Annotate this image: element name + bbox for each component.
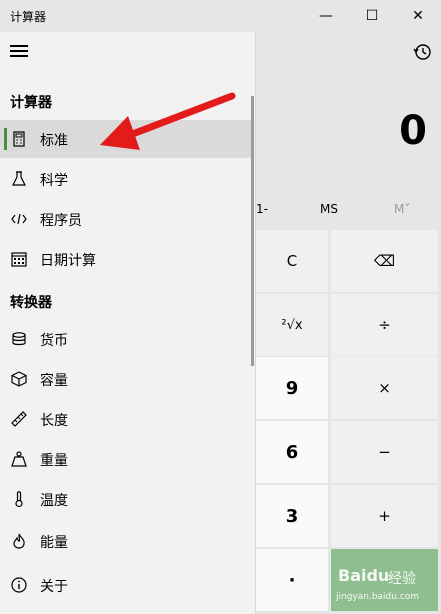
nav-item-temperature[interactable]: 温度	[0, 480, 252, 518]
nav-item-standard[interactable]: 标准	[0, 120, 252, 158]
nav-item-programmer[interactable]: 程序员	[0, 200, 252, 238]
nav-item-date-calculation[interactable]: 日期计算	[0, 240, 252, 278]
cube-icon	[11, 371, 27, 387]
hamburger-menu-icon[interactable]	[10, 45, 28, 59]
thermometer-icon	[15, 491, 23, 508]
maximize-button[interactable]: ☐	[349, 0, 395, 32]
nav-item-label: 长度	[40, 413, 68, 429]
watermark-text: 经验	[388, 571, 416, 587]
baidu-watermark: Baidu 经验 jingyan.baidu.com	[336, 560, 436, 610]
cube-root-button[interactable]: ²√x	[256, 294, 328, 356]
info-icon	[11, 577, 27, 593]
nav-item-label: 温度	[40, 493, 68, 509]
nav-item-energy[interactable]: 能量	[0, 522, 252, 560]
code-icon	[11, 213, 27, 225]
ruler-icon	[11, 411, 27, 427]
watermark-brand: Baidu	[338, 566, 390, 585]
calculator-icon	[13, 131, 25, 147]
minimize-button[interactable]: —	[303, 0, 349, 32]
nav-item-currency[interactable]: 货币	[0, 320, 252, 358]
nav-item-about[interactable]: 关于	[0, 566, 252, 604]
clear-button[interactable]: C	[256, 230, 328, 292]
divide-button[interactable]: ÷	[331, 294, 438, 356]
coins-icon	[12, 332, 26, 346]
flask-icon	[12, 171, 26, 186]
maximize-icon: ☐	[365, 8, 379, 24]
nav-item-label: 程序员	[40, 213, 82, 229]
nav-item-label: 能量	[40, 535, 68, 551]
key-3[interactable]: 3	[256, 485, 328, 547]
memory-store-button[interactable]: MS	[320, 202, 338, 216]
selection-indicator	[4, 128, 7, 150]
backspace-button[interactable]: ⌫	[331, 230, 438, 292]
close-button[interactable]: ✕	[395, 0, 441, 32]
nav-item-weight[interactable]: 重量	[0, 440, 252, 478]
memory-view-button[interactable]: M˅	[394, 202, 410, 216]
calculator-section-header: 计算器	[10, 95, 52, 111]
key-9[interactable]: 9	[256, 357, 328, 419]
watermark-url: jingyan.baidu.com	[336, 592, 420, 602]
result-display: 0	[399, 108, 427, 154]
memory-button-partial[interactable]: 1-	[256, 202, 268, 216]
nav-item-label: 日期计算	[40, 253, 96, 269]
nav-item-label: 标准	[40, 133, 68, 149]
nav-item-label: 重量	[40, 453, 68, 469]
nav-item-label: 货币	[40, 333, 68, 349]
key-6[interactable]: 6	[256, 421, 328, 483]
minimize-icon: —	[319, 8, 333, 24]
window-title: 计算器	[10, 10, 47, 24]
weight-icon	[11, 451, 27, 467]
nav-item-label: 关于	[40, 579, 68, 595]
decimal-button[interactable]: ·	[256, 549, 328, 611]
converter-section-header: 转换器	[10, 295, 52, 311]
flame-icon	[13, 533, 25, 549]
minus-button[interactable]: −	[331, 421, 438, 483]
nav-scrollbar[interactable]	[251, 96, 254, 366]
nav-item-volume[interactable]: 容量	[0, 360, 252, 398]
close-icon: ✕	[412, 8, 424, 24]
history-icon[interactable]	[410, 40, 434, 64]
plus-button[interactable]: +	[331, 485, 438, 547]
nav-item-label: 科学	[40, 173, 68, 189]
nav-item-scientific[interactable]: 科学	[0, 160, 252, 198]
navigation-pane: 计算器 标准 科学 程序员 日期计算 转换器 货币 容量 长度 重量 温度 能量…	[0, 32, 256, 614]
nav-item-length[interactable]: 长度	[0, 400, 252, 438]
multiply-button[interactable]: ×	[331, 357, 438, 419]
nav-item-label: 容量	[40, 373, 68, 389]
title-bar: 计算器 — ☐ ✕	[0, 0, 441, 32]
calendar-icon	[11, 252, 27, 267]
backspace-icon: ⌫	[373, 252, 396, 270]
